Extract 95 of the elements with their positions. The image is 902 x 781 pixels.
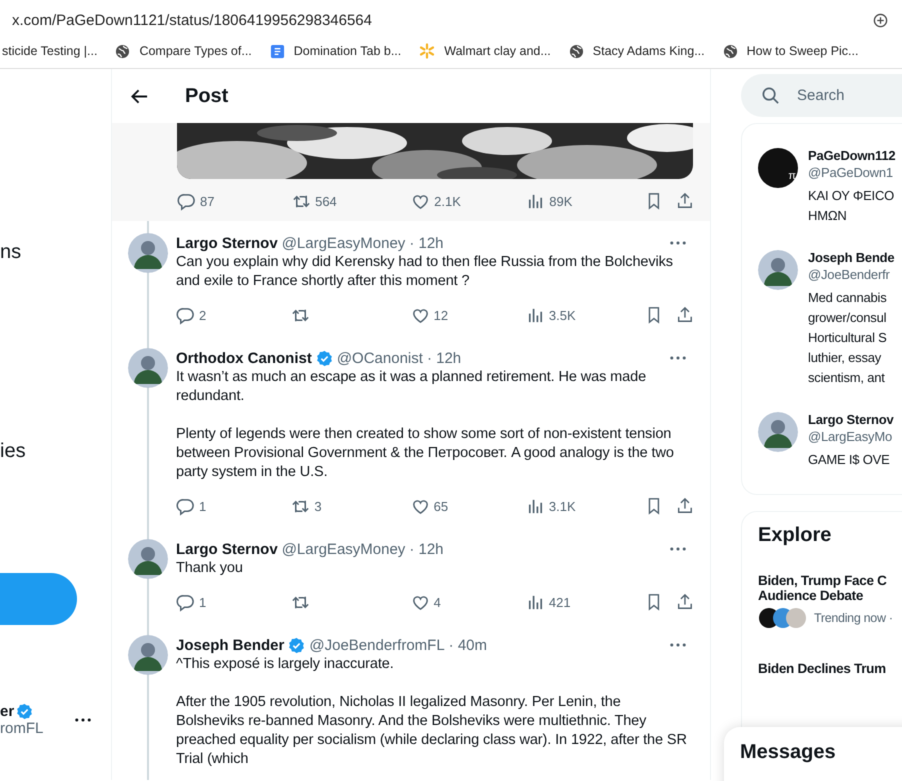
share-icon[interactable] [676, 192, 694, 210]
share-icon[interactable] [676, 593, 694, 611]
post-text: ^This exposé is largely inaccurate. [176, 655, 395, 674]
avatar[interactable] [128, 348, 168, 388]
section-title: Explore [758, 524, 832, 547]
user-name[interactable]: PaGeDown112 [808, 148, 896, 163]
post-text: It wasn’t as much an escape as it was a planned retirement. He was made redundant. [176, 368, 648, 406]
reply-button[interactable]: 2 [176, 306, 292, 324]
views-button[interactable]: 89K [526, 192, 646, 210]
like-button[interactable]: 2.1K [411, 192, 526, 210]
drawer-title: Messages [740, 741, 836, 763]
url-text: x.com/PaGeDown1121/status/1806419956298346564 [12, 12, 373, 28]
avatar[interactable] [128, 635, 168, 675]
bookmark[interactable]: Domination Tab b... [270, 44, 402, 58]
author-handle[interactable]: @OCanonist [336, 350, 423, 366]
author-name[interactable]: Largo Sternov [176, 234, 278, 252]
author-handle[interactable]: @JoeBenderfromFL [309, 636, 445, 654]
messages-drawer[interactable]: Messages [724, 727, 902, 781]
bio-line: ΗΜΩΝ [808, 207, 848, 225]
trend-title[interactable]: Biden Declines Trum [758, 661, 902, 676]
bookmark[interactable]: How to Sweep Pic... [722, 44, 858, 58]
like-button[interactable]: 12 [410, 306, 526, 324]
more-icon[interactable] [670, 241, 686, 245]
author-handle[interactable]: @LargEasyMoney [282, 234, 406, 252]
post-text: Plenty of legends were then created to show some sort of non-existent tension between Provisional Government & the Петросовет. A good analogy is the two party system in the U.S. [176, 425, 675, 482]
post-text: Can you explain why did Kerensky had to then flee Russia from the Bolcheviks and exile to France shortly after this moment ? [176, 253, 674, 291]
bio-line: scientism, ant [808, 369, 886, 387]
avatar[interactable] [128, 233, 168, 273]
post-time: · 12h [409, 540, 444, 558]
globe-icon [722, 44, 738, 58]
bookmark[interactable]: Compare Types of... [115, 44, 252, 58]
post-button[interactable] [0, 573, 77, 625]
trend-title[interactable]: Audience Debate [758, 588, 902, 603]
more-icon[interactable] [670, 356, 686, 360]
more-icon[interactable] [670, 643, 686, 647]
bio-line: Horticultural S [808, 329, 888, 347]
author-name[interactable]: Largo Sternov [176, 540, 278, 558]
spark-icon [419, 43, 436, 59]
more-icon[interactable] [75, 718, 92, 722]
bio-line: Med cannabis [808, 289, 888, 307]
user-name[interactable]: Joseph Bende [808, 250, 894, 265]
like-button[interactable]: 4 [410, 592, 526, 612]
reply-icon [176, 496, 195, 516]
user-handle[interactable]: @PaGeDown1 [808, 165, 896, 180]
author-name[interactable]: Joseph Bender [176, 636, 284, 654]
globe-icon [568, 44, 584, 58]
views-button[interactable]: 3.1K [526, 496, 646, 516]
post-time: · 12h [409, 234, 444, 252]
avatar[interactable]: π [758, 148, 798, 188]
bookmark[interactable]: Walmart clay and... [419, 43, 551, 59]
reply-button[interactable]: 1 [176, 496, 292, 516]
avatar[interactable] [758, 250, 798, 290]
trend-title[interactable]: Biden, Trump Face C [758, 573, 902, 588]
post-text: After the 1905 revolution, Nicholas II legalized Masonry. Per Lenin, the Bolsheviks re-banned Masonry. And the Bolsheviks were multiethnic. They preached equality per socialism (while declaring class war). In 1922, after the SR Trial (which [176, 693, 688, 769]
globe-icon [115, 44, 130, 58]
author-handle[interactable]: @LargEasyMoney [282, 540, 406, 558]
page-title: Post [185, 84, 228, 108]
post-time: · 40m [448, 636, 488, 654]
views-button[interactable]: 421 [526, 592, 646, 612]
nav-item[interactable]: ies [0, 440, 111, 463]
post-time: · 12h [426, 350, 462, 366]
add-icon[interactable] [873, 12, 888, 28]
views-button[interactable]: 3.5K [526, 306, 646, 324]
bookmark[interactable]: sticide Testing |... [2, 44, 98, 58]
avatar-stack-icon [758, 607, 808, 629]
bio-line: luthier, essay [808, 349, 882, 367]
repost-button[interactable]: 564 [292, 192, 412, 210]
like-button[interactable]: 65 [410, 496, 526, 516]
reply-button[interactable]: 1 [176, 592, 292, 612]
reply-icon [176, 306, 195, 324]
avatar[interactable] [128, 539, 168, 579]
bookmark[interactable]: Stacy Adams King... [568, 44, 705, 58]
user-name[interactable]: Largo Sternov [808, 412, 894, 427]
account-handle: romFL [0, 720, 44, 737]
document-icon [270, 44, 285, 58]
search-icon [761, 86, 780, 105]
share-icon[interactable] [676, 497, 694, 515]
nav-item[interactable]: ns [0, 241, 111, 264]
user-handle[interactable]: @LargEasyMo [808, 429, 894, 444]
reply-button[interactable]: 87 [177, 192, 292, 210]
repost-button[interactable]: 3 [291, 496, 411, 516]
avatar[interactable] [758, 412, 798, 452]
account-name: er [0, 703, 14, 720]
reply-icon [176, 592, 195, 612]
user-handle[interactable]: @JoeBenderfr [808, 267, 894, 282]
reply-icon [177, 192, 196, 210]
post-text: Thank you [176, 559, 244, 578]
more-icon[interactable] [670, 547, 686, 551]
bio-line: ΚΑΙ ΟΥ ΦΕΙCO [808, 187, 896, 205]
share-icon[interactable] [676, 306, 694, 324]
bio-line: GAME I$ OVE [808, 451, 891, 469]
bio-line: grower/consul [808, 309, 888, 327]
trend-meta: Trending now · [814, 611, 893, 625]
search-field[interactable]: Search [741, 74, 902, 117]
author-name[interactable]: Orthodox Canonist [176, 350, 312, 366]
